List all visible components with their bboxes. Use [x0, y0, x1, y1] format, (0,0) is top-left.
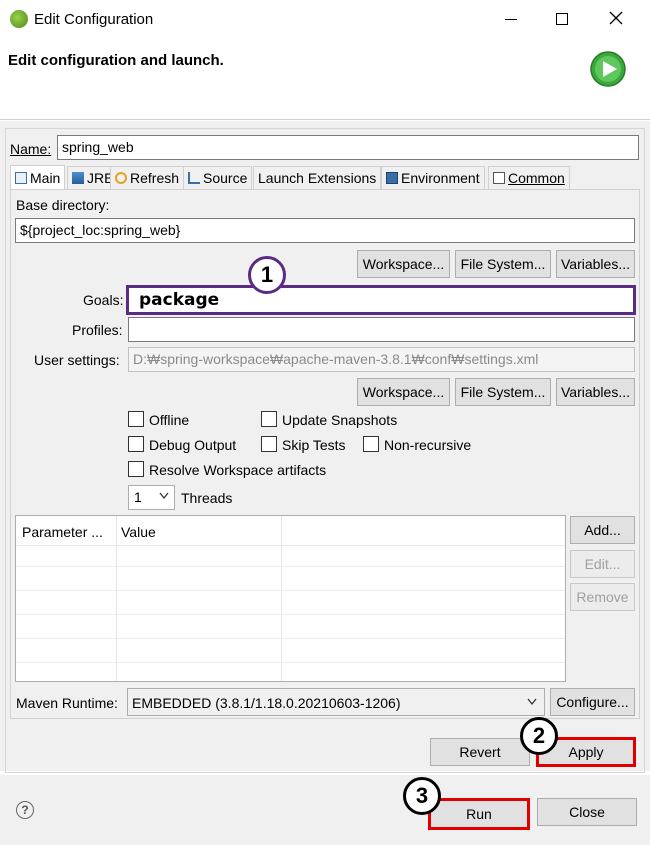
chevron-down-icon — [526, 695, 538, 712]
update-snapshots-checkbox[interactable] — [261, 411, 277, 427]
maximize-icon[interactable] — [556, 13, 568, 25]
header-banner: Edit configuration and launch. — [0, 40, 650, 120]
step-1-badge: 1 — [248, 256, 286, 294]
base-directory-field[interactable]: ${project_loc:spring_web} — [15, 218, 635, 243]
run-launch-icon — [589, 50, 627, 88]
maven-runtime-label: Maven Runtime: — [16, 695, 118, 711]
offline-label: Offline — [149, 412, 190, 428]
window-title: Edit Configuration — [34, 11, 154, 28]
tab-environment[interactable]: Environment — [381, 166, 485, 189]
non-recursive-checkbox[interactable] — [363, 436, 379, 452]
debug-output-label: Debug Output — [149, 437, 237, 453]
params-col-name[interactable]: Parameter ... — [22, 524, 103, 540]
name-field[interactable]: spring_web — [57, 135, 639, 160]
tab-environment-label: Environment — [401, 170, 480, 186]
update-snapshots-label: Update Snapshots — [282, 412, 398, 428]
params-divider-2 — [281, 516, 282, 681]
tab-launch-extensions-label: Launch Extensions — [258, 170, 377, 186]
tab-refresh-label: Refresh — [130, 170, 180, 186]
threads-value: 1 — [134, 489, 142, 505]
common-icon — [493, 172, 505, 184]
add-parameter-button[interactable]: Add... — [570, 516, 635, 544]
help-icon[interactable]: ? — [16, 801, 34, 819]
params-row-line — [16, 662, 565, 663]
environment-icon — [386, 172, 398, 184]
step-2-badge: 2 — [520, 717, 558, 755]
base-directory-label: Base directory: — [16, 197, 110, 213]
resolve-workspace-checkbox[interactable] — [128, 461, 144, 477]
skip-tests-checkbox[interactable] — [261, 436, 277, 452]
profiles-label: Profiles: — [72, 322, 123, 338]
parameters-table[interactable]: Parameter ... Value — [15, 515, 566, 682]
remove-parameter-button[interactable]: Remove — [570, 583, 635, 611]
tab-refresh[interactable]: Refresh — [110, 166, 185, 189]
refresh-icon — [115, 172, 127, 184]
offline-checkbox[interactable] — [128, 411, 144, 427]
tab-main-label: Main — [30, 170, 61, 186]
workspace-button[interactable]: Workspace... — [357, 250, 450, 278]
profiles-field[interactable] — [128, 317, 635, 342]
run-button[interactable]: Run — [428, 798, 530, 830]
maven-runtime-value: EMBEDDED (3.8.1/1.18.0.20210603-1206) — [132, 695, 401, 711]
user-settings-label: User settings: — [34, 352, 120, 368]
threads-select[interactable]: 1 — [128, 485, 175, 510]
debug-output-checkbox[interactable] — [128, 436, 144, 452]
tab-source[interactable]: Source — [183, 166, 253, 189]
edit-parameter-button[interactable]: Edit... — [570, 550, 635, 578]
name-label: Name: — [10, 141, 52, 157]
main-tab-icon — [15, 172, 27, 184]
params-row-line — [16, 566, 565, 567]
close-button[interactable]: Close — [537, 798, 637, 826]
close-icon[interactable] — [606, 8, 626, 28]
user-settings-field[interactable]: D:₩spring-workspace₩apache-maven-3.8.1₩c… — [128, 347, 635, 372]
resolve-workspace-label: Resolve Workspace artifacts — [149, 462, 327, 478]
params-row-line — [16, 614, 565, 615]
tab-source-label: Source — [203, 170, 248, 186]
chevron-down-icon — [158, 489, 170, 506]
threads-label: Threads — [181, 490, 233, 506]
params-col-value[interactable]: Value — [121, 524, 156, 540]
source-icon — [188, 172, 200, 184]
app-icon — [10, 10, 28, 28]
maven-runtime-select[interactable]: EMBEDDED (3.8.1/1.18.0.20210603-1206) — [127, 688, 545, 716]
file-system-button-2[interactable]: File System... — [455, 378, 551, 406]
variables-button-2[interactable]: Variables... — [556, 378, 635, 406]
file-system-button[interactable]: File System... — [455, 250, 551, 278]
configure-button[interactable]: Configure... — [550, 688, 635, 716]
goals-label: Goals: — [83, 292, 124, 308]
tab-launch-extensions[interactable]: Launch Extensions — [253, 166, 382, 189]
variables-button[interactable]: Variables... — [556, 250, 635, 278]
skip-tests-label: Skip Tests — [282, 437, 346, 453]
minimize-icon[interactable] — [505, 19, 517, 20]
header-heading: Edit configuration and launch. — [8, 52, 224, 69]
params-row-line — [16, 638, 565, 639]
title-bar: Edit Configuration — [0, 0, 650, 40]
goals-value: package — [139, 290, 220, 310]
tab-common-label: Common — [508, 170, 565, 186]
revert-button[interactable]: Revert — [430, 738, 530, 766]
non-recursive-label: Non-recursive — [384, 437, 472, 453]
params-row-line — [16, 590, 565, 591]
step-3-badge: 3 — [403, 777, 441, 815]
tab-common[interactable]: Common — [488, 166, 570, 189]
params-divider-1 — [116, 516, 117, 681]
jre-icon — [72, 172, 84, 184]
goals-field[interactable]: package — [126, 285, 636, 315]
tab-main[interactable]: Main — [10, 165, 66, 190]
workspace-button-2[interactable]: Workspace... — [357, 378, 450, 406]
